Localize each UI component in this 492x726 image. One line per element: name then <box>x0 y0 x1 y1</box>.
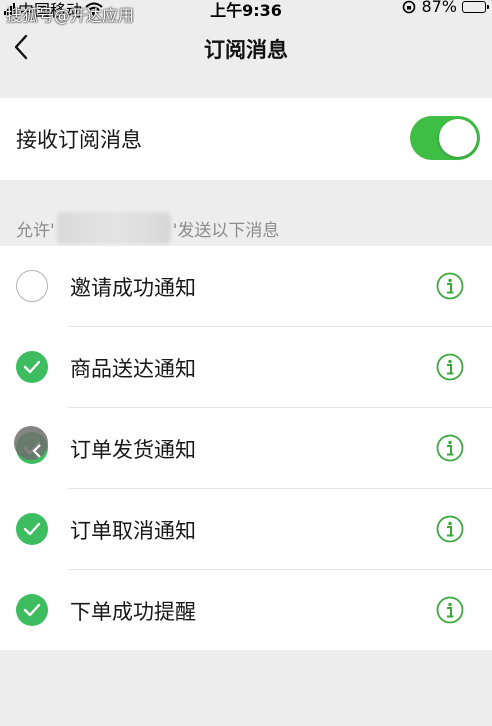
redacted-app-name <box>56 212 171 244</box>
checkbox[interactable] <box>16 351 48 383</box>
list-item[interactable]: 邀请成功通知 <box>0 246 492 327</box>
list-item[interactable]: 订单发货通知 <box>0 408 492 489</box>
list-item[interactable]: 下单成功提醒 <box>0 570 492 651</box>
checkbox[interactable] <box>16 270 48 302</box>
caption-prefix: 允许' <box>16 220 55 241</box>
battery-icon <box>462 0 489 13</box>
allow-caption: 允许' '发送以下消息 <box>16 212 279 244</box>
info-icon[interactable] <box>436 353 464 381</box>
item-label: 下单成功提醒 <box>70 600 196 624</box>
status-right: 87% <box>402 0 489 16</box>
list-item[interactable]: 商品送达通知 <box>0 327 492 408</box>
checkbox[interactable] <box>14 426 48 464</box>
info-icon[interactable] <box>436 434 464 462</box>
info-icon[interactable] <box>436 272 464 300</box>
info-icon[interactable] <box>436 515 464 543</box>
rotation-lock-icon <box>403 0 416 13</box>
nav-bar: 订阅消息 <box>0 22 492 76</box>
message-list: 邀请成功通知 商品送达通知 订单发货通知 订单取消通知 下单成功提醒 <box>0 246 492 650</box>
subscription-toggle-row: 接收订阅消息 <box>0 98 492 180</box>
info-icon[interactable] <box>436 596 464 624</box>
checkbox[interactable] <box>16 513 48 545</box>
battery-percent: 87% <box>421 0 457 16</box>
item-label: 订单发货通知 <box>70 438 196 462</box>
checkmark-icon <box>23 360 41 374</box>
page-title: 订阅消息 <box>204 38 288 62</box>
subscription-toggle[interactable] <box>410 116 480 160</box>
checkmark-icon <box>23 522 41 536</box>
item-label: 商品送达通知 <box>70 357 196 381</box>
item-label: 订单取消通知 <box>70 519 196 543</box>
list-item[interactable]: 订单取消通知 <box>0 489 492 570</box>
toggle-knob <box>439 119 477 157</box>
checkmark-icon <box>23 603 41 617</box>
toggle-label: 接收订阅消息 <box>16 128 142 152</box>
floating-back-handle-icon[interactable] <box>14 426 48 460</box>
caption-suffix: '发送以下消息 <box>172 220 280 241</box>
item-label: 邀请成功通知 <box>70 276 196 300</box>
watermark: 搜狐号@开达应用 <box>6 6 135 25</box>
checkbox[interactable] <box>16 594 48 626</box>
